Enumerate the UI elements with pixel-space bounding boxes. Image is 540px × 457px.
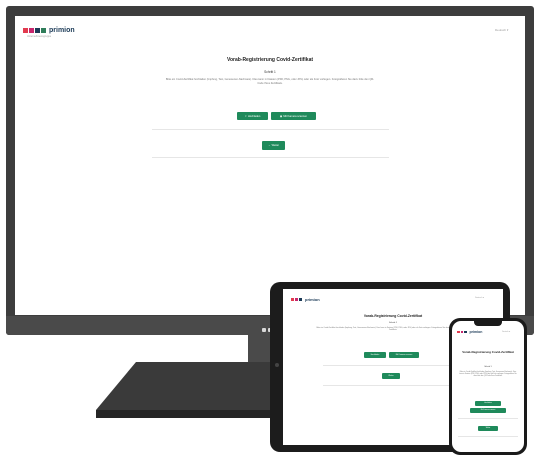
camera-scan-button[interactable]: Mit Kamera scannen [389, 352, 419, 358]
phone-screen: primion Deutsch ▾ Vorab-Registrierung Co… [452, 321, 524, 452]
brand-name: primion [305, 297, 320, 302]
divider [152, 129, 389, 130]
camera-scan-button[interactable]: Mit Kamera scannen [470, 408, 506, 413]
divider [323, 365, 463, 366]
divider [458, 436, 518, 437]
instructions-text: Bitte ein Covid-Zertifikat hochladen (Im… [459, 372, 517, 378]
language-select[interactable]: Deutsch ▾ [495, 28, 508, 32]
upload-button[interactable]: ⇪ Hochladen [237, 112, 268, 120]
tablet-camera-icon [275, 363, 279, 367]
page-title: Vorab-Registrierung Covid-Zertifikat [363, 314, 423, 318]
arrow-right-icon: → [267, 144, 271, 147]
monitor-screen: primion Unternehmensgruppe Deutsch ▾ Vor… [15, 16, 525, 315]
logo-square-icon [299, 298, 302, 301]
continue-button[interactable]: Weiter [478, 426, 498, 431]
logo-square-icon [460, 330, 463, 334]
logo-square-icon [457, 330, 460, 334]
divider [323, 385, 463, 386]
step-label: Schritt 1 [264, 70, 276, 74]
brand-logo[interactable]: primion [457, 330, 482, 334]
continue-button[interactable]: → Weiter [262, 141, 285, 150]
camera-scan-button[interactable]: ▣ Mit Kamera scannen [271, 112, 316, 120]
phone-notch [474, 321, 502, 326]
continue-button[interactable]: Weiter [382, 373, 400, 379]
logo-square-icon [23, 28, 28, 33]
brand-tagline: Unternehmensgruppe [27, 35, 52, 38]
logo-square-icon [35, 28, 40, 33]
camera-icon: ▣ [279, 114, 283, 118]
page-title: Vorab-Registrierung Covid-Zertifikat [462, 350, 514, 354]
step-label: Schritt 1 [484, 366, 492, 368]
logo-square-icon [29, 28, 34, 33]
brand-name: primion [49, 27, 75, 34]
upload-button[interactable]: Hochladen [364, 352, 386, 358]
brand-logo[interactable]: primion [291, 297, 320, 302]
divider [458, 418, 518, 419]
language-select[interactable]: Deutsch ▾ [502, 331, 510, 333]
logo-square-icon [295, 298, 298, 301]
logo-square-icon [291, 298, 294, 301]
step-label: Schritt 1 [388, 322, 398, 324]
language-select[interactable]: Deutsch ▾ [475, 297, 484, 299]
brand-logo[interactable]: primion [23, 27, 75, 34]
page-title: Vorab-Registrierung Covid-Zertifikat [226, 57, 314, 63]
logo-square-icon [464, 330, 467, 334]
upload-button[interactable]: Hochladen [475, 401, 501, 406]
brand-name: primion [469, 330, 483, 334]
upload-icon: ⇪ [244, 114, 247, 118]
instructions-text: Bitte ein Covid-Zertifikat hochladen (Im… [165, 78, 375, 85]
divider [152, 157, 389, 158]
logo-square-icon [41, 28, 46, 33]
